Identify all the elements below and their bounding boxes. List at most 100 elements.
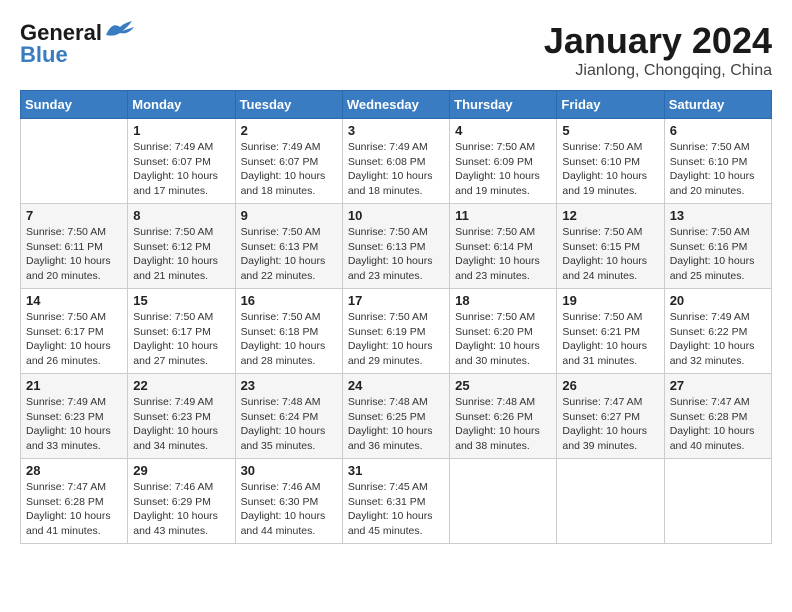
calendar-cell: 22 Sunrise: 7:49 AMSunset: 6:23 PMDayligh… xyxy=(128,374,235,459)
day-number: 25 xyxy=(455,378,551,393)
calendar-table: SundayMondayTuesdayWednesdayThursdayFrid… xyxy=(20,90,772,544)
day-number: 24 xyxy=(348,378,444,393)
calendar-cell: 16 Sunrise: 7:50 AMSunset: 6:18 PMDayligh… xyxy=(235,289,342,374)
calendar-week-1: 1 Sunrise: 7:49 AMSunset: 6:07 PMDaylight… xyxy=(21,119,772,204)
weekday-header-saturday: Saturday xyxy=(664,91,771,119)
day-number: 27 xyxy=(670,378,766,393)
day-number: 19 xyxy=(562,293,658,308)
day-info: Sunrise: 7:50 AMSunset: 6:17 PMDaylight:… xyxy=(26,310,122,369)
calendar-cell: 27 Sunrise: 7:47 AMSunset: 6:28 PMDayligh… xyxy=(664,374,771,459)
day-number: 10 xyxy=(348,208,444,223)
calendar-cell: 2Sunrise: 7:49 AMSunset: 6:07 PMDaylight… xyxy=(235,119,342,204)
day-number: 16 xyxy=(241,293,337,308)
logo: General Blue xyxy=(20,20,136,68)
day-info: Sunrise: 7:50 AMSunset: 6:18 PMDaylight:… xyxy=(241,310,337,369)
day-info: Sunrise: 7:49 AMSunset: 6:23 PMDaylight:… xyxy=(26,395,122,454)
day-number: 31 xyxy=(348,463,444,478)
day-number: 28 xyxy=(26,463,122,478)
day-number: 17 xyxy=(348,293,444,308)
day-info: Sunrise: 7:50 AMSunset: 6:14 PMDaylight:… xyxy=(455,225,551,284)
day-info: Sunrise: 7:48 AMSunset: 6:26 PMDaylight:… xyxy=(455,395,551,454)
calendar-cell: 10Sunrise: 7:50 AMSunset: 6:13 PMDayligh… xyxy=(342,204,449,289)
calendar-cell: 5 Sunrise: 7:50 AMSunset: 6:10 PMDaylight… xyxy=(557,119,664,204)
day-number: 13 xyxy=(670,208,766,223)
month-title: January 2024 xyxy=(544,20,772,62)
day-number: 9 xyxy=(241,208,337,223)
day-number: 30 xyxy=(241,463,337,478)
day-info: Sunrise: 7:50 AMSunset: 6:13 PMDaylight:… xyxy=(241,225,337,284)
day-number: 21 xyxy=(26,378,122,393)
weekday-header-monday: Monday xyxy=(128,91,235,119)
page-header: General Blue January 2024 Jianlong, Chon… xyxy=(20,20,772,80)
calendar-cell: 31 Sunrise: 7:45 AMSunset: 6:31 PMDayligh… xyxy=(342,459,449,544)
weekday-header-tuesday: Tuesday xyxy=(235,91,342,119)
weekday-header-thursday: Thursday xyxy=(450,91,557,119)
day-info: Sunrise: 7:50 AMSunset: 6:10 PMDaylight:… xyxy=(562,140,658,199)
day-info: Sunrise: 7:50 AMSunset: 6:12 PMDaylight:… xyxy=(133,225,229,284)
calendar-week-2: 7Sunrise: 7:50 AMSunset: 6:11 PMDaylight… xyxy=(21,204,772,289)
day-info: Sunrise: 7:49 AMSunset: 6:22 PMDaylight:… xyxy=(670,310,766,369)
weekday-header-sunday: Sunday xyxy=(21,91,128,119)
day-number: 6 xyxy=(670,123,766,138)
day-info: Sunrise: 7:47 AMSunset: 6:28 PMDaylight:… xyxy=(26,480,122,539)
day-info: Sunrise: 7:50 AMSunset: 6:17 PMDaylight:… xyxy=(133,310,229,369)
title-block: January 2024 Jianlong, Chongqing, China xyxy=(544,20,772,80)
calendar-cell: 13 Sunrise: 7:50 AMSunset: 6:16 PMDayligh… xyxy=(664,204,771,289)
location: Jianlong, Chongqing, China xyxy=(544,62,772,80)
day-info: Sunrise: 7:47 AMSunset: 6:27 PMDaylight:… xyxy=(562,395,658,454)
day-info: Sunrise: 7:50 AMSunset: 6:09 PMDaylight:… xyxy=(455,140,551,199)
day-info: Sunrise: 7:48 AMSunset: 6:25 PMDaylight:… xyxy=(348,395,444,454)
day-number: 8 xyxy=(133,208,229,223)
calendar-cell: 17 Sunrise: 7:50 AMSunset: 6:19 PMDayligh… xyxy=(342,289,449,374)
calendar-cell: 24 Sunrise: 7:48 AMSunset: 6:25 PMDayligh… xyxy=(342,374,449,459)
day-info: Sunrise: 7:45 AMSunset: 6:31 PMDaylight:… xyxy=(348,480,444,539)
day-info: Sunrise: 7:49 AMSunset: 6:08 PMDaylight:… xyxy=(348,140,444,199)
calendar-cell: 25 Sunrise: 7:48 AMSunset: 6:26 PMDayligh… xyxy=(450,374,557,459)
day-number: 4 xyxy=(455,123,551,138)
day-info: Sunrise: 7:50 AMSunset: 6:11 PMDaylight:… xyxy=(26,225,122,284)
logo-bird-icon xyxy=(104,19,136,41)
calendar-cell xyxy=(664,459,771,544)
calendar-cell: 23 Sunrise: 7:48 AMSunset: 6:24 PMDayligh… xyxy=(235,374,342,459)
calendar-cell: 18Sunrise: 7:50 AMSunset: 6:20 PMDayligh… xyxy=(450,289,557,374)
calendar-week-3: 14 Sunrise: 7:50 AMSunset: 6:17 PMDayligh… xyxy=(21,289,772,374)
calendar-week-5: 28 Sunrise: 7:47 AMSunset: 6:28 PMDayligh… xyxy=(21,459,772,544)
calendar-cell: 30 Sunrise: 7:46 AMSunset: 6:30 PMDayligh… xyxy=(235,459,342,544)
day-info: Sunrise: 7:49 AMSunset: 6:07 PMDaylight:… xyxy=(133,140,229,199)
calendar-week-4: 21 Sunrise: 7:49 AMSunset: 6:23 PMDayligh… xyxy=(21,374,772,459)
calendar-cell: 4 Sunrise: 7:50 AMSunset: 6:09 PMDaylight… xyxy=(450,119,557,204)
logo-blue: Blue xyxy=(20,42,68,68)
day-info: Sunrise: 7:46 AMSunset: 6:30 PMDaylight:… xyxy=(241,480,337,539)
day-info: Sunrise: 7:48 AMSunset: 6:24 PMDaylight:… xyxy=(241,395,337,454)
calendar-cell xyxy=(21,119,128,204)
day-info: Sunrise: 7:50 AMSunset: 6:19 PMDaylight:… xyxy=(348,310,444,369)
day-number: 18 xyxy=(455,293,551,308)
day-number: 20 xyxy=(670,293,766,308)
calendar-cell: 3 Sunrise: 7:49 AMSunset: 6:08 PMDaylight… xyxy=(342,119,449,204)
day-number: 15 xyxy=(133,293,229,308)
day-info: Sunrise: 7:50 AMSunset: 6:16 PMDaylight:… xyxy=(670,225,766,284)
weekday-header-friday: Friday xyxy=(557,91,664,119)
day-info: Sunrise: 7:49 AMSunset: 6:07 PMDaylight:… xyxy=(241,140,337,199)
calendar-cell: 8 Sunrise: 7:50 AMSunset: 6:12 PMDaylight… xyxy=(128,204,235,289)
calendar-cell: 19 Sunrise: 7:50 AMSunset: 6:21 PMDayligh… xyxy=(557,289,664,374)
day-number: 14 xyxy=(26,293,122,308)
calendar-cell: 9 Sunrise: 7:50 AMSunset: 6:13 PMDaylight… xyxy=(235,204,342,289)
day-number: 5 xyxy=(562,123,658,138)
day-info: Sunrise: 7:47 AMSunset: 6:28 PMDaylight:… xyxy=(670,395,766,454)
day-info: Sunrise: 7:46 AMSunset: 6:29 PMDaylight:… xyxy=(133,480,229,539)
calendar-cell: 11Sunrise: 7:50 AMSunset: 6:14 PMDayligh… xyxy=(450,204,557,289)
calendar-cell: 26Sunrise: 7:47 AMSunset: 6:27 PMDayligh… xyxy=(557,374,664,459)
day-number: 22 xyxy=(133,378,229,393)
day-number: 1 xyxy=(133,123,229,138)
calendar-cell: 7Sunrise: 7:50 AMSunset: 6:11 PMDaylight… xyxy=(21,204,128,289)
day-number: 3 xyxy=(348,123,444,138)
day-number: 29 xyxy=(133,463,229,478)
calendar-cell: 6Sunrise: 7:50 AMSunset: 6:10 PMDaylight… xyxy=(664,119,771,204)
day-info: Sunrise: 7:49 AMSunset: 6:23 PMDaylight:… xyxy=(133,395,229,454)
day-number: 23 xyxy=(241,378,337,393)
day-info: Sunrise: 7:50 AMSunset: 6:21 PMDaylight:… xyxy=(562,310,658,369)
calendar-cell: 12Sunrise: 7:50 AMSunset: 6:15 PMDayligh… xyxy=(557,204,664,289)
calendar-cell: 21 Sunrise: 7:49 AMSunset: 6:23 PMDayligh… xyxy=(21,374,128,459)
calendar-cell: 20 Sunrise: 7:49 AMSunset: 6:22 PMDayligh… xyxy=(664,289,771,374)
